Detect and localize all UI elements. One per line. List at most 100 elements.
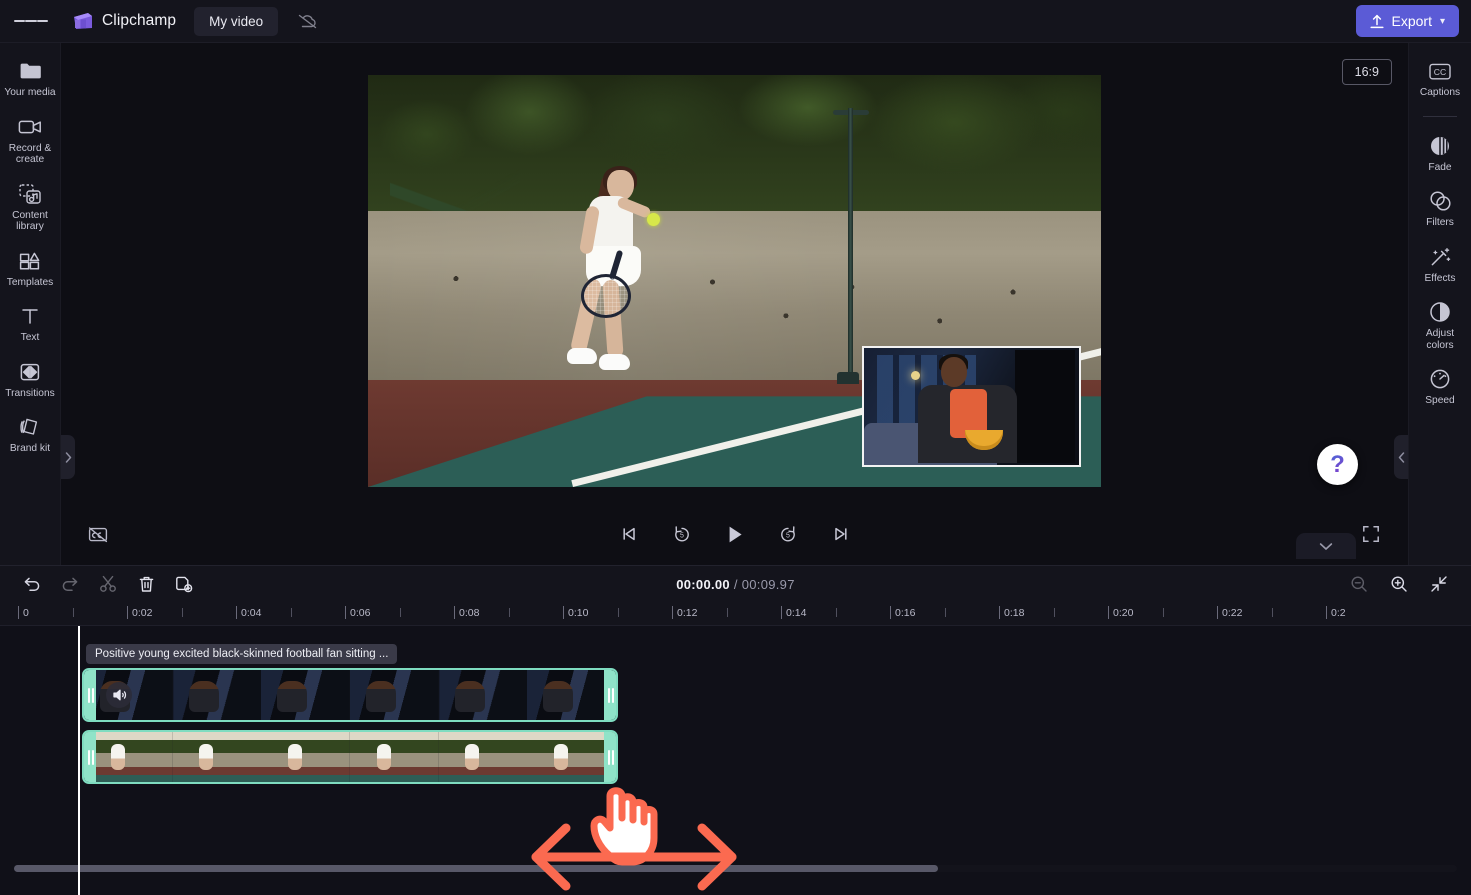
trim-handle-left[interactable] <box>84 732 96 782</box>
undo-arrow-icon <box>24 577 40 591</box>
tool-filters[interactable]: Filters <box>1411 182 1469 234</box>
tool-speed[interactable]: Speed <box>1411 360 1469 412</box>
ruler-label: 0:18 <box>1004 607 1025 619</box>
redo-button[interactable] <box>56 570 84 598</box>
fade-icon <box>1428 134 1452 158</box>
sidebar-item-your-media[interactable]: Your media <box>1 52 59 104</box>
sidebar-item-transitions[interactable]: Transitions <box>1 353 59 405</box>
sidebar-label: Your media <box>4 87 56 98</box>
fit-to-screen-button[interactable] <box>1425 570 1453 598</box>
scene-tennis-ball <box>646 212 660 226</box>
filters-icon <box>1428 189 1452 213</box>
ruler-tick <box>18 606 19 619</box>
clip-audio-icon[interactable] <box>106 682 132 708</box>
upload-icon <box>1369 14 1384 28</box>
ruler-tick <box>999 606 1000 619</box>
chevron-down-icon: ▾ <box>1439 15 1445 27</box>
ruler-tick <box>1326 606 1327 619</box>
sidebar-label: Templates <box>6 276 54 288</box>
zoom-in-button[interactable] <box>1385 570 1413 598</box>
tool-label: Adjust colors <box>1425 328 1455 351</box>
duplicate-button[interactable] <box>170 570 198 598</box>
project-name-chip[interactable]: My video <box>194 6 279 36</box>
fullscreen-button[interactable] <box>1356 519 1386 549</box>
tool-effects[interactable]: Effects <box>1411 238 1469 290</box>
sidebar-item-brand-kit[interactable]: Brand kit <box>1 408 59 460</box>
skip-to-end-button[interactable] <box>826 519 856 549</box>
split-button[interactable] <box>94 570 122 598</box>
trim-handle-right[interactable] <box>604 670 616 720</box>
trim-handle-right[interactable] <box>604 732 616 782</box>
current-time: 00:00.00 <box>676 576 730 592</box>
undo-button[interactable] <box>18 570 46 598</box>
tool-label: Captions <box>1419 87 1461 98</box>
scene-tennis-player <box>559 165 699 463</box>
ruler-tick-minor <box>726 608 728 617</box>
ruler-tick-minor <box>835 608 837 617</box>
sidebar-item-content-library[interactable]: Content library <box>1 175 59 238</box>
timecode-display: 00:00.00 / 00:09.97 <box>676 577 795 592</box>
time-separator: / <box>733 576 738 592</box>
delete-button[interactable] <box>132 570 160 598</box>
picture-in-picture-overlay[interactable] <box>862 346 1081 467</box>
forward-5-seconds-button[interactable]: 5 <box>773 519 803 549</box>
tool-fade[interactable]: Fade <box>1411 127 1469 179</box>
sidebar-item-text[interactable]: Text <box>1 297 59 349</box>
sidebar-label: Text <box>20 332 40 343</box>
svg-text:CC: CC <box>1434 67 1446 77</box>
aspect-ratio-button[interactable]: 16:9 <box>1341 59 1392 85</box>
ruler-label: 0:02 <box>132 607 153 619</box>
collapse-right-panel-button[interactable] <box>1394 435 1408 479</box>
collapse-panel-button[interactable] <box>1296 533 1356 559</box>
sidebar-item-record-create[interactable]: Record & create <box>1 108 59 171</box>
redo-arrow-icon <box>62 577 78 591</box>
zoom-out-icon <box>1351 576 1367 592</box>
speedometer-icon <box>1428 367 1452 391</box>
sidebar-label: Brand kit <box>9 443 51 454</box>
top-bar: Clipchamp My video Export ▾ <box>0 0 1471 43</box>
scrollbar-thumb[interactable] <box>14 865 938 872</box>
svg-text:5: 5 <box>680 532 684 539</box>
editor-body: Your media Record & create Content libra… <box>0 43 1471 565</box>
timeline-scrollbar[interactable] <box>14 865 1457 872</box>
timeline-ruler[interactable]: 0 0:02 0:04 0:06 0:08 0:10 0:12 0:14 0:16 0:18 0:2… <box>0 602 1471 626</box>
chevron-left-icon <box>1398 451 1404 463</box>
ruler-label: 0:22 <box>1222 607 1243 619</box>
table-row[interactable] <box>82 730 618 784</box>
tool-captions[interactable]: CC Captions <box>1411 52 1469 104</box>
cloud-off-icon[interactable] <box>292 6 322 36</box>
ruler-tick-minor <box>1271 608 1273 617</box>
scene-tennis-racket <box>580 249 635 318</box>
trim-handle-left[interactable] <box>84 670 96 720</box>
scissors-icon <box>100 575 116 592</box>
video-preview[interactable] <box>368 75 1101 487</box>
ruler-tick-minor <box>1053 608 1055 617</box>
tool-adjust-colors[interactable]: Adjust colors <box>1411 293 1469 356</box>
play-button[interactable] <box>720 519 750 549</box>
ruler-label: 0:14 <box>786 607 807 619</box>
question-mark-icon: ? <box>1330 450 1345 478</box>
ruler-label: 0:2 <box>1331 607 1346 619</box>
expand-left-panel-button[interactable] <box>61 435 75 479</box>
playhead[interactable] <box>78 626 80 895</box>
ruler-label: 0 <box>23 607 29 619</box>
transitions-icon <box>18 360 42 384</box>
table-row[interactable] <box>82 668 618 722</box>
sidebar-item-templates[interactable]: Templates <box>1 242 59 294</box>
zoom-out-button[interactable] <box>1345 570 1373 598</box>
trash-icon <box>139 576 153 592</box>
player-controls: 5 5 <box>61 511 1408 557</box>
export-button[interactable]: Export ▾ <box>1355 5 1459 37</box>
ruler-label: 0:20 <box>1113 607 1134 619</box>
rewind-5-seconds-button[interactable]: 5 <box>667 519 697 549</box>
hamburger-menu-icon[interactable] <box>14 4 48 38</box>
svg-text:5: 5 <box>786 532 790 539</box>
scene-lamp-pole <box>848 107 854 380</box>
ruler-label: 0:06 <box>350 607 371 619</box>
cc-disabled-icon[interactable] <box>83 519 113 549</box>
ruler-label: 0:16 <box>895 607 916 619</box>
ruler-tick-minor <box>1162 608 1164 617</box>
skip-to-start-button[interactable] <box>614 519 644 549</box>
help-button[interactable]: ? <box>1317 444 1358 485</box>
timeline-toolbar: 00:00.00 / 00:09.97 <box>0 566 1471 602</box>
